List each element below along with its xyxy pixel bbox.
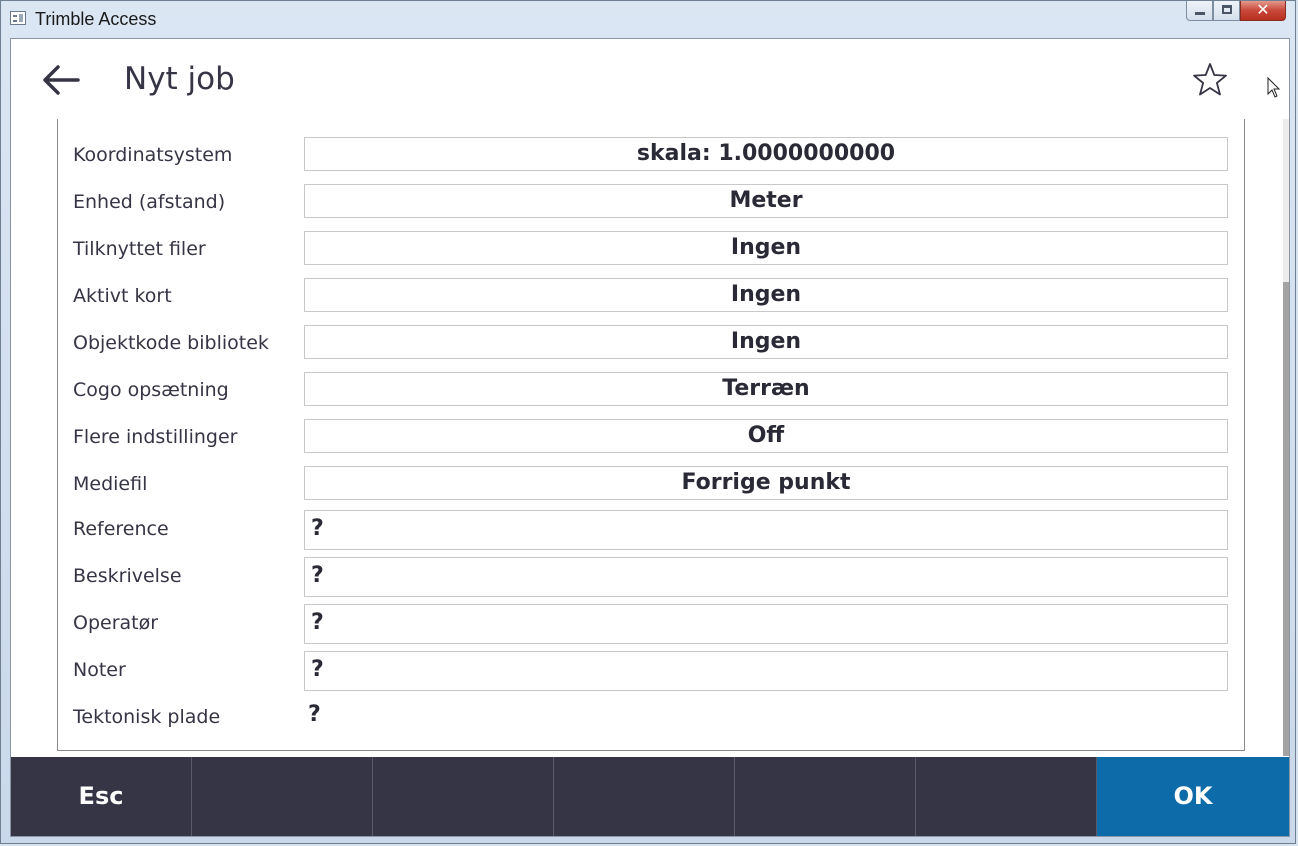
window-title: Trimble Access — [35, 9, 157, 29]
form-row-active-map: Aktivt kort Ingen — [58, 277, 1244, 317]
cogo-settings-button[interactable]: Terræn — [304, 372, 1228, 406]
job-properties-form: Koordinatsystem skala: 1.0000000000 Enhe… — [57, 119, 1245, 751]
row-label: Objektkode bibliotek — [73, 332, 269, 354]
minimize-button[interactable] — [1186, 1, 1213, 21]
row-label: Cogo opsætning — [73, 379, 229, 401]
form-row-feature-library: Objektkode bibliotek Ingen — [58, 324, 1244, 364]
row-label: Tektonisk plade — [73, 706, 221, 728]
form-row-operator: Operatør ? — [58, 604, 1244, 644]
ok-button[interactable]: OK — [1097, 757, 1289, 836]
form-row-media-file: Mediefil Forrige punkt — [58, 465, 1244, 505]
title-bar[interactable]: Trimble Access ✕ — [1, 1, 1295, 37]
softkey-bar: Esc OK — [11, 757, 1289, 836]
favorite-button[interactable] — [1191, 61, 1229, 99]
esc-button[interactable]: Esc — [11, 757, 192, 836]
form-row-tectonic-plate: Tektonisk plade ? — [58, 698, 1244, 738]
row-label: Koordinatsystem — [73, 144, 233, 166]
softkey-5[interactable] — [735, 757, 916, 836]
row-label: Flere indstillinger — [73, 426, 238, 448]
linked-files-button[interactable]: Ingen — [304, 231, 1228, 265]
coordinate-system-button[interactable]: skala: 1.0000000000 — [304, 137, 1228, 171]
description-input[interactable]: ? — [304, 557, 1228, 597]
form-row-description: Beskrivelse ? — [58, 557, 1244, 597]
arrow-left-icon — [43, 65, 80, 95]
media-file-button[interactable]: Forrige punkt — [304, 466, 1228, 500]
distance-unit-button[interactable]: Meter — [304, 184, 1228, 218]
form-row-coordinate-system: Koordinatsystem skala: 1.0000000000 — [58, 136, 1244, 176]
row-label: Beskrivelse — [73, 565, 182, 587]
row-label: Aktivt kort — [73, 285, 172, 307]
form-row-additional-settings: Flere indstillinger Off — [58, 418, 1244, 458]
row-label: Enhed (afstand) — [73, 191, 226, 213]
mouse-cursor-icon — [1267, 77, 1281, 98]
softkey-3[interactable] — [373, 757, 554, 836]
reference-input[interactable]: ? — [304, 510, 1228, 550]
tectonic-plate-value: ? — [308, 702, 321, 727]
form-row-distance-unit: Enhed (afstand) Meter — [58, 183, 1244, 223]
form-row-reference: Reference ? — [58, 510, 1244, 550]
close-button[interactable]: ✕ — [1240, 1, 1286, 21]
form-row-notes: Noter ? — [58, 651, 1244, 691]
row-label: Noter — [73, 659, 126, 681]
scrollbar-thumb[interactable] — [1283, 282, 1289, 756]
softkey-2[interactable] — [192, 757, 373, 836]
additional-settings-button[interactable]: Off — [304, 419, 1228, 453]
active-map-button[interactable]: Ingen — [304, 278, 1228, 312]
page-title: Nyt job — [124, 61, 235, 97]
softkey-4[interactable] — [554, 757, 735, 836]
window-controls: ✕ — [1186, 1, 1286, 21]
softkey-6[interactable] — [916, 757, 1097, 836]
row-label: Operatør — [73, 612, 159, 634]
form-row-linked-files: Tilknyttet filer Ingen — [58, 230, 1244, 270]
star-icon — [1193, 63, 1227, 96]
app-icon — [10, 11, 26, 25]
page-header: Nyt job — [11, 39, 1289, 119]
row-label: Reference — [73, 518, 169, 540]
form-row-cogo-settings: Cogo opsætning Terræn — [58, 371, 1244, 411]
feature-library-button[interactable]: Ingen — [304, 325, 1228, 359]
operator-input[interactable]: ? — [304, 604, 1228, 644]
row-label: Mediefil — [73, 473, 148, 495]
back-button[interactable] — [41, 63, 81, 97]
notes-input[interactable]: ? — [304, 651, 1228, 691]
app-content: Nyt job Koordinatsystem skala: 1.0000000… — [10, 38, 1290, 837]
vertical-scrollbar[interactable] — [1283, 119, 1289, 756]
row-label: Tilknyttet filer — [73, 238, 206, 260]
maximize-button[interactable] — [1213, 1, 1240, 21]
app-window: Trimble Access ✕ Nyt job Koordinatsystem… — [0, 0, 1296, 844]
